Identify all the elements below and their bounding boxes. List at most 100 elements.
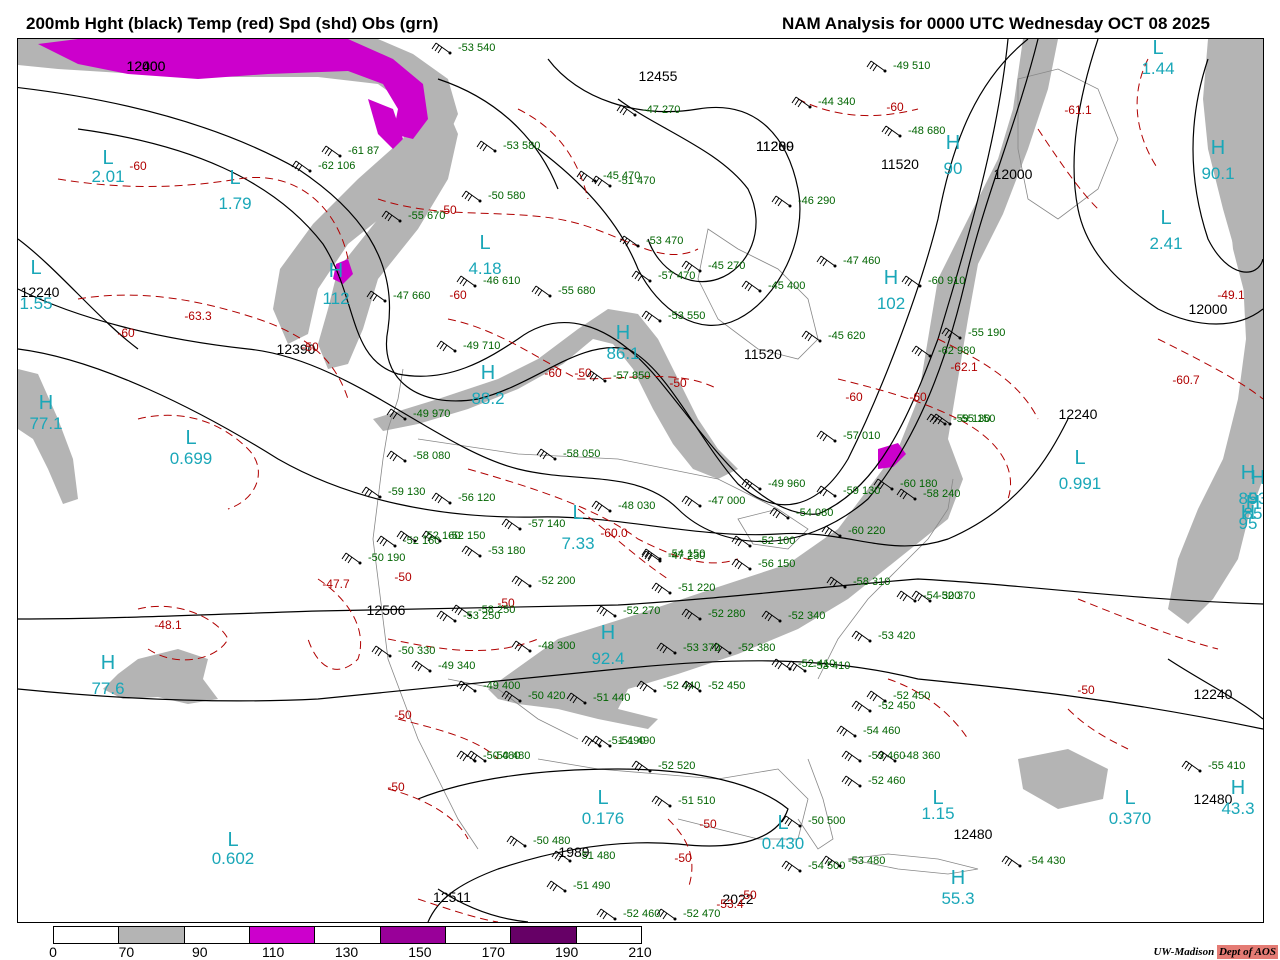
station-dot xyxy=(883,69,887,73)
station-dot xyxy=(478,199,482,203)
center-value-label: 0.991 xyxy=(1059,474,1102,493)
obs-value: -55 680 xyxy=(558,285,595,297)
obs-value: -50 500 xyxy=(808,815,845,827)
center-type-label: L xyxy=(572,502,583,524)
station-dot xyxy=(473,689,477,693)
colorbar-tick-label: 210 xyxy=(628,944,652,960)
obs-value: -59 130 xyxy=(843,485,880,497)
station-obs: -62 980 xyxy=(911,345,975,358)
obs-value: -51 490 xyxy=(618,735,655,747)
station-dot xyxy=(798,869,802,873)
temperature-label: -60 xyxy=(117,326,135,340)
station-obs: -62 106 xyxy=(291,160,355,173)
station-dot xyxy=(403,417,407,421)
station-dot xyxy=(613,917,617,921)
wind-barb xyxy=(1181,760,1201,772)
wind-barb xyxy=(436,610,456,622)
height-label: 12240 xyxy=(1059,406,1098,422)
station-dot xyxy=(523,844,527,848)
station-dot xyxy=(636,244,640,248)
obs-value: -49 340 xyxy=(438,660,475,672)
station-dot xyxy=(428,669,432,673)
obs-value: -53 480 xyxy=(848,855,885,867)
center-value-label: 77.1 xyxy=(29,414,62,433)
colorbar-segment xyxy=(54,927,120,943)
wind-barb xyxy=(631,270,651,282)
station-dot xyxy=(788,667,792,671)
wind-barb xyxy=(901,275,921,287)
center-type-label: H xyxy=(101,652,115,674)
obs-value: -45 400 xyxy=(768,280,805,292)
obs-value: -48 300 xyxy=(538,640,575,652)
height-label: 12506 xyxy=(367,602,406,618)
obs-value: -50 330 xyxy=(398,645,435,657)
obs-value: -49 510 xyxy=(893,60,930,72)
station-dot xyxy=(818,339,822,343)
wind-barb xyxy=(651,582,671,594)
station-obs: -53 540 xyxy=(431,42,495,55)
station-dot xyxy=(358,561,362,565)
wind-barb xyxy=(291,160,311,172)
height-label: 12455 xyxy=(639,68,678,84)
obs-value: -51 220 xyxy=(678,582,715,594)
temp-contour-20 xyxy=(517,108,589,200)
station-dot xyxy=(748,567,752,571)
weather-map: 12000 11280 11520 12000 11520 12240 12240 12480… xyxy=(17,38,1264,923)
center-type-label: L xyxy=(185,427,196,449)
wind-barb xyxy=(816,255,836,267)
station-obs: -44 340 xyxy=(791,96,855,109)
wind-barb xyxy=(619,235,639,247)
station-dot xyxy=(568,859,572,863)
obs-value: -48 360 xyxy=(903,750,940,762)
station-dot xyxy=(918,284,922,288)
obs-value: -47 660 xyxy=(393,290,430,302)
obs-value: -54 430 xyxy=(1028,855,1065,867)
station-obs: -46 610 xyxy=(456,275,520,288)
station-obs: -47 230 xyxy=(641,550,705,563)
station-obs: -51 490 xyxy=(591,735,655,748)
temperature-label: -49.1 xyxy=(1217,288,1245,302)
station-obs: -47 270 xyxy=(616,104,680,117)
obs-value: -49 960 xyxy=(768,478,805,490)
obs-value: -50 580 xyxy=(488,190,525,202)
colorbar-segment xyxy=(184,927,250,943)
station-dot xyxy=(448,51,452,55)
station-dot xyxy=(673,651,677,655)
station-dot xyxy=(913,497,917,501)
station-obs: -52 100 xyxy=(731,535,795,548)
station-dot xyxy=(603,379,607,383)
obs-value: -52 340 xyxy=(788,610,825,622)
station-dot xyxy=(403,459,407,463)
temperature-label: -62.1 xyxy=(950,360,978,374)
station-dot xyxy=(563,889,567,893)
station-obs: -55 410 xyxy=(1181,760,1245,773)
center-value-label: 0.602 xyxy=(212,849,255,868)
obs-value: -51 490 xyxy=(573,880,610,892)
credit-text: UW-Madison Dept of AOS xyxy=(1153,945,1278,959)
obs-value: -53 180 xyxy=(488,545,525,557)
station-obs: -53 180 xyxy=(461,545,525,558)
station-obs: -57 140 xyxy=(501,518,565,531)
obs-value: -52 410 xyxy=(798,658,835,670)
analysis-time-title: NAM Analysis for 0000 UTC Wednesday OCT … xyxy=(782,14,1210,33)
height-contour-2 xyxy=(77,39,1009,515)
station-dot xyxy=(453,619,457,623)
center-value-label: 90.1 xyxy=(1201,164,1234,183)
obs-value: -49 710 xyxy=(463,340,500,352)
pacific-gray-west xyxy=(18,369,78,504)
temperature-label: -60 xyxy=(129,159,147,173)
wind-barb xyxy=(596,908,616,920)
wind-barb xyxy=(476,140,496,152)
jet-core-magenta xyxy=(38,39,428,139)
center-type-label: H xyxy=(601,622,615,644)
center-type-label: L xyxy=(102,147,113,169)
temperature-label: -60 xyxy=(886,100,904,114)
height-label: 11520 xyxy=(744,346,782,362)
station-obs: -50 480 xyxy=(466,750,530,763)
height-label: 11520 xyxy=(881,156,919,172)
obs-value: -52 200 xyxy=(538,575,575,587)
colorbar-tick-label: 130 xyxy=(334,944,359,960)
wind-barb xyxy=(511,575,531,587)
center-value-label: 1.44 xyxy=(1141,59,1174,78)
wind-barb xyxy=(841,750,861,762)
